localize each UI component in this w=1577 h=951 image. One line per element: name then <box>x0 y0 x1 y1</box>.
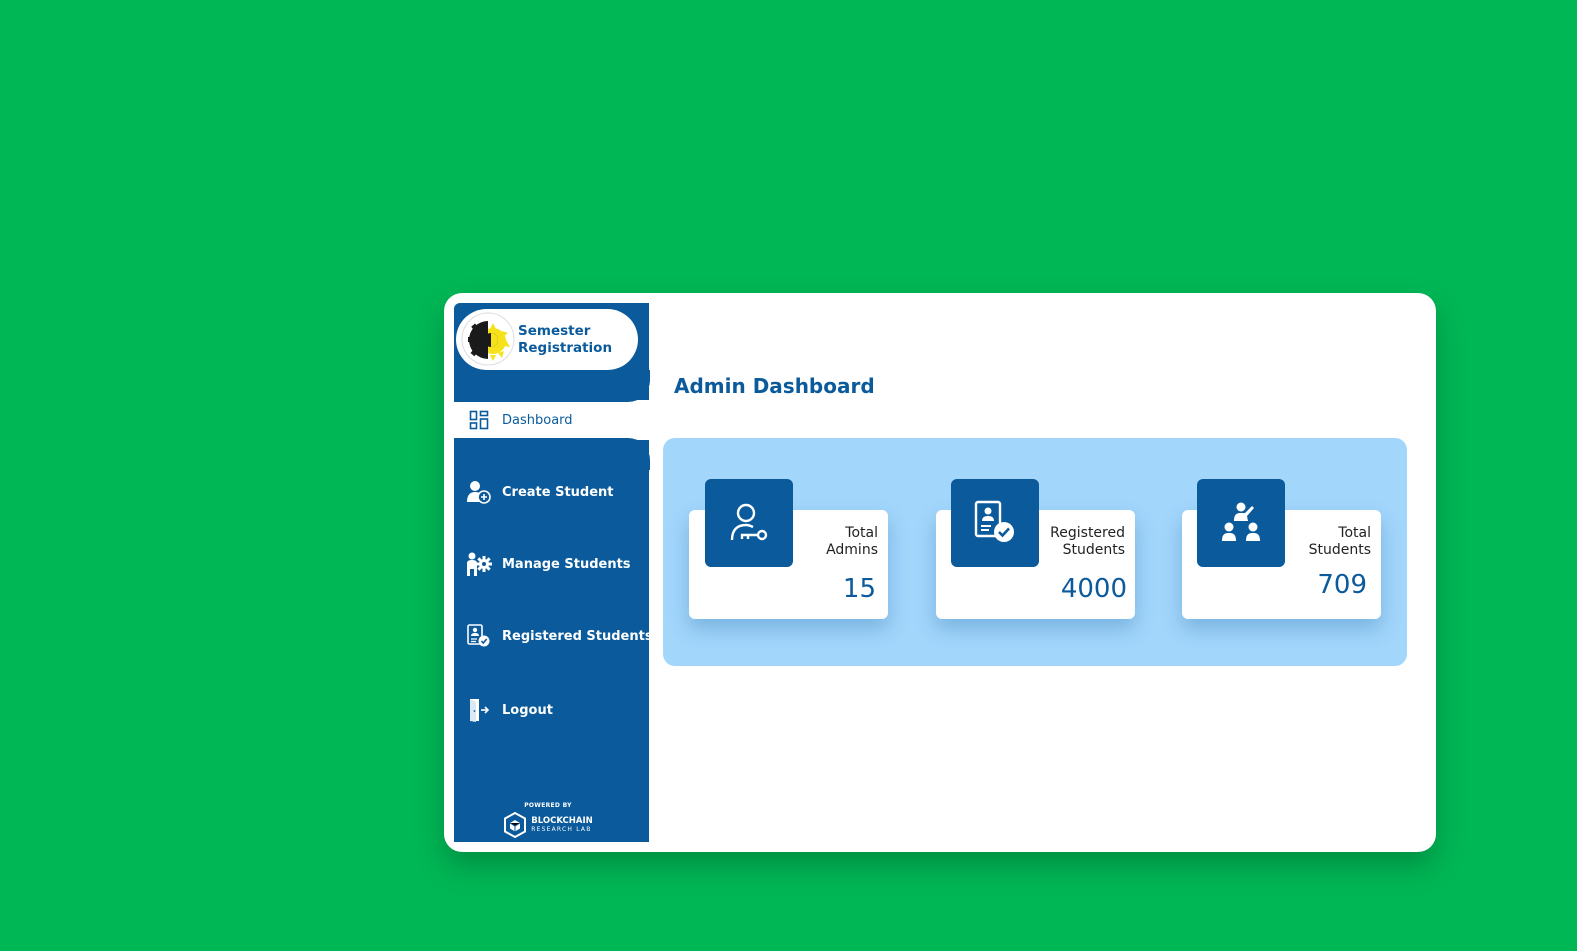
sidebar-corner-top <box>454 370 650 402</box>
stat-value: 709 <box>1317 570 1367 600</box>
sidebar-item-label: Create Student <box>502 484 614 500</box>
powered-by-badge: POWERED BY BLOCKCHAIN RESEARCH LAB <box>500 802 596 838</box>
stat-label-line2: Students <box>1062 542 1125 558</box>
user-add-icon <box>466 479 492 505</box>
id-check-icon <box>466 623 492 649</box>
powered-by-label: POWERED BY <box>524 802 572 809</box>
partner-name: BLOCKCHAIN <box>531 815 593 826</box>
stat-label-line1: Total <box>845 525 878 541</box>
brand-title-line2: Registration <box>518 340 613 356</box>
admin-key-icon <box>705 479 793 567</box>
stat-label-line1: Registered <box>1050 525 1125 541</box>
page-title: Admin Dashboard <box>674 374 875 398</box>
partner-subtitle: RESEARCH LAB <box>531 825 592 833</box>
stat-label-line1: Total <box>1338 525 1371 541</box>
university-seal-logo <box>461 312 515 366</box>
sidebar-item-dashboard[interactable]: Dashboard <box>454 402 650 438</box>
classroom-teacher-icon <box>1197 479 1285 567</box>
id-check-icon <box>951 479 1039 567</box>
sidebar-item-label: Dashboard <box>502 412 573 428</box>
blockchain-cube-icon <box>504 812 527 838</box>
logout-door-icon <box>466 697 492 723</box>
stat-label-line2: Admins <box>826 542 878 558</box>
stat-label-line2: Students <box>1308 542 1371 558</box>
stat-value: 4000 <box>1060 574 1127 604</box>
sidebar-item-manage-students[interactable]: Manage Students <box>454 546 650 582</box>
sidebar-corner-bottom <box>454 438 650 470</box>
sidebar-item-create-student[interactable]: Create Student <box>454 474 650 510</box>
sidebar-item-label: Registered Students <box>502 628 653 644</box>
stat-value: 15 <box>842 574 876 604</box>
sidebar-item-label: Logout <box>502 702 553 718</box>
user-gear-icon <box>466 551 492 577</box>
sidebar-item-label: Manage Students <box>502 556 631 572</box>
brand-title-line1: Semester <box>518 323 591 339</box>
sidebar-item-registered-students[interactable]: Registered Students <box>454 618 653 654</box>
sidebar-item-logout[interactable]: Logout <box>454 692 650 728</box>
dashboard-grid-icon <box>466 407 492 433</box>
brand-header[interactable]: Semester Registration <box>456 309 638 370</box>
